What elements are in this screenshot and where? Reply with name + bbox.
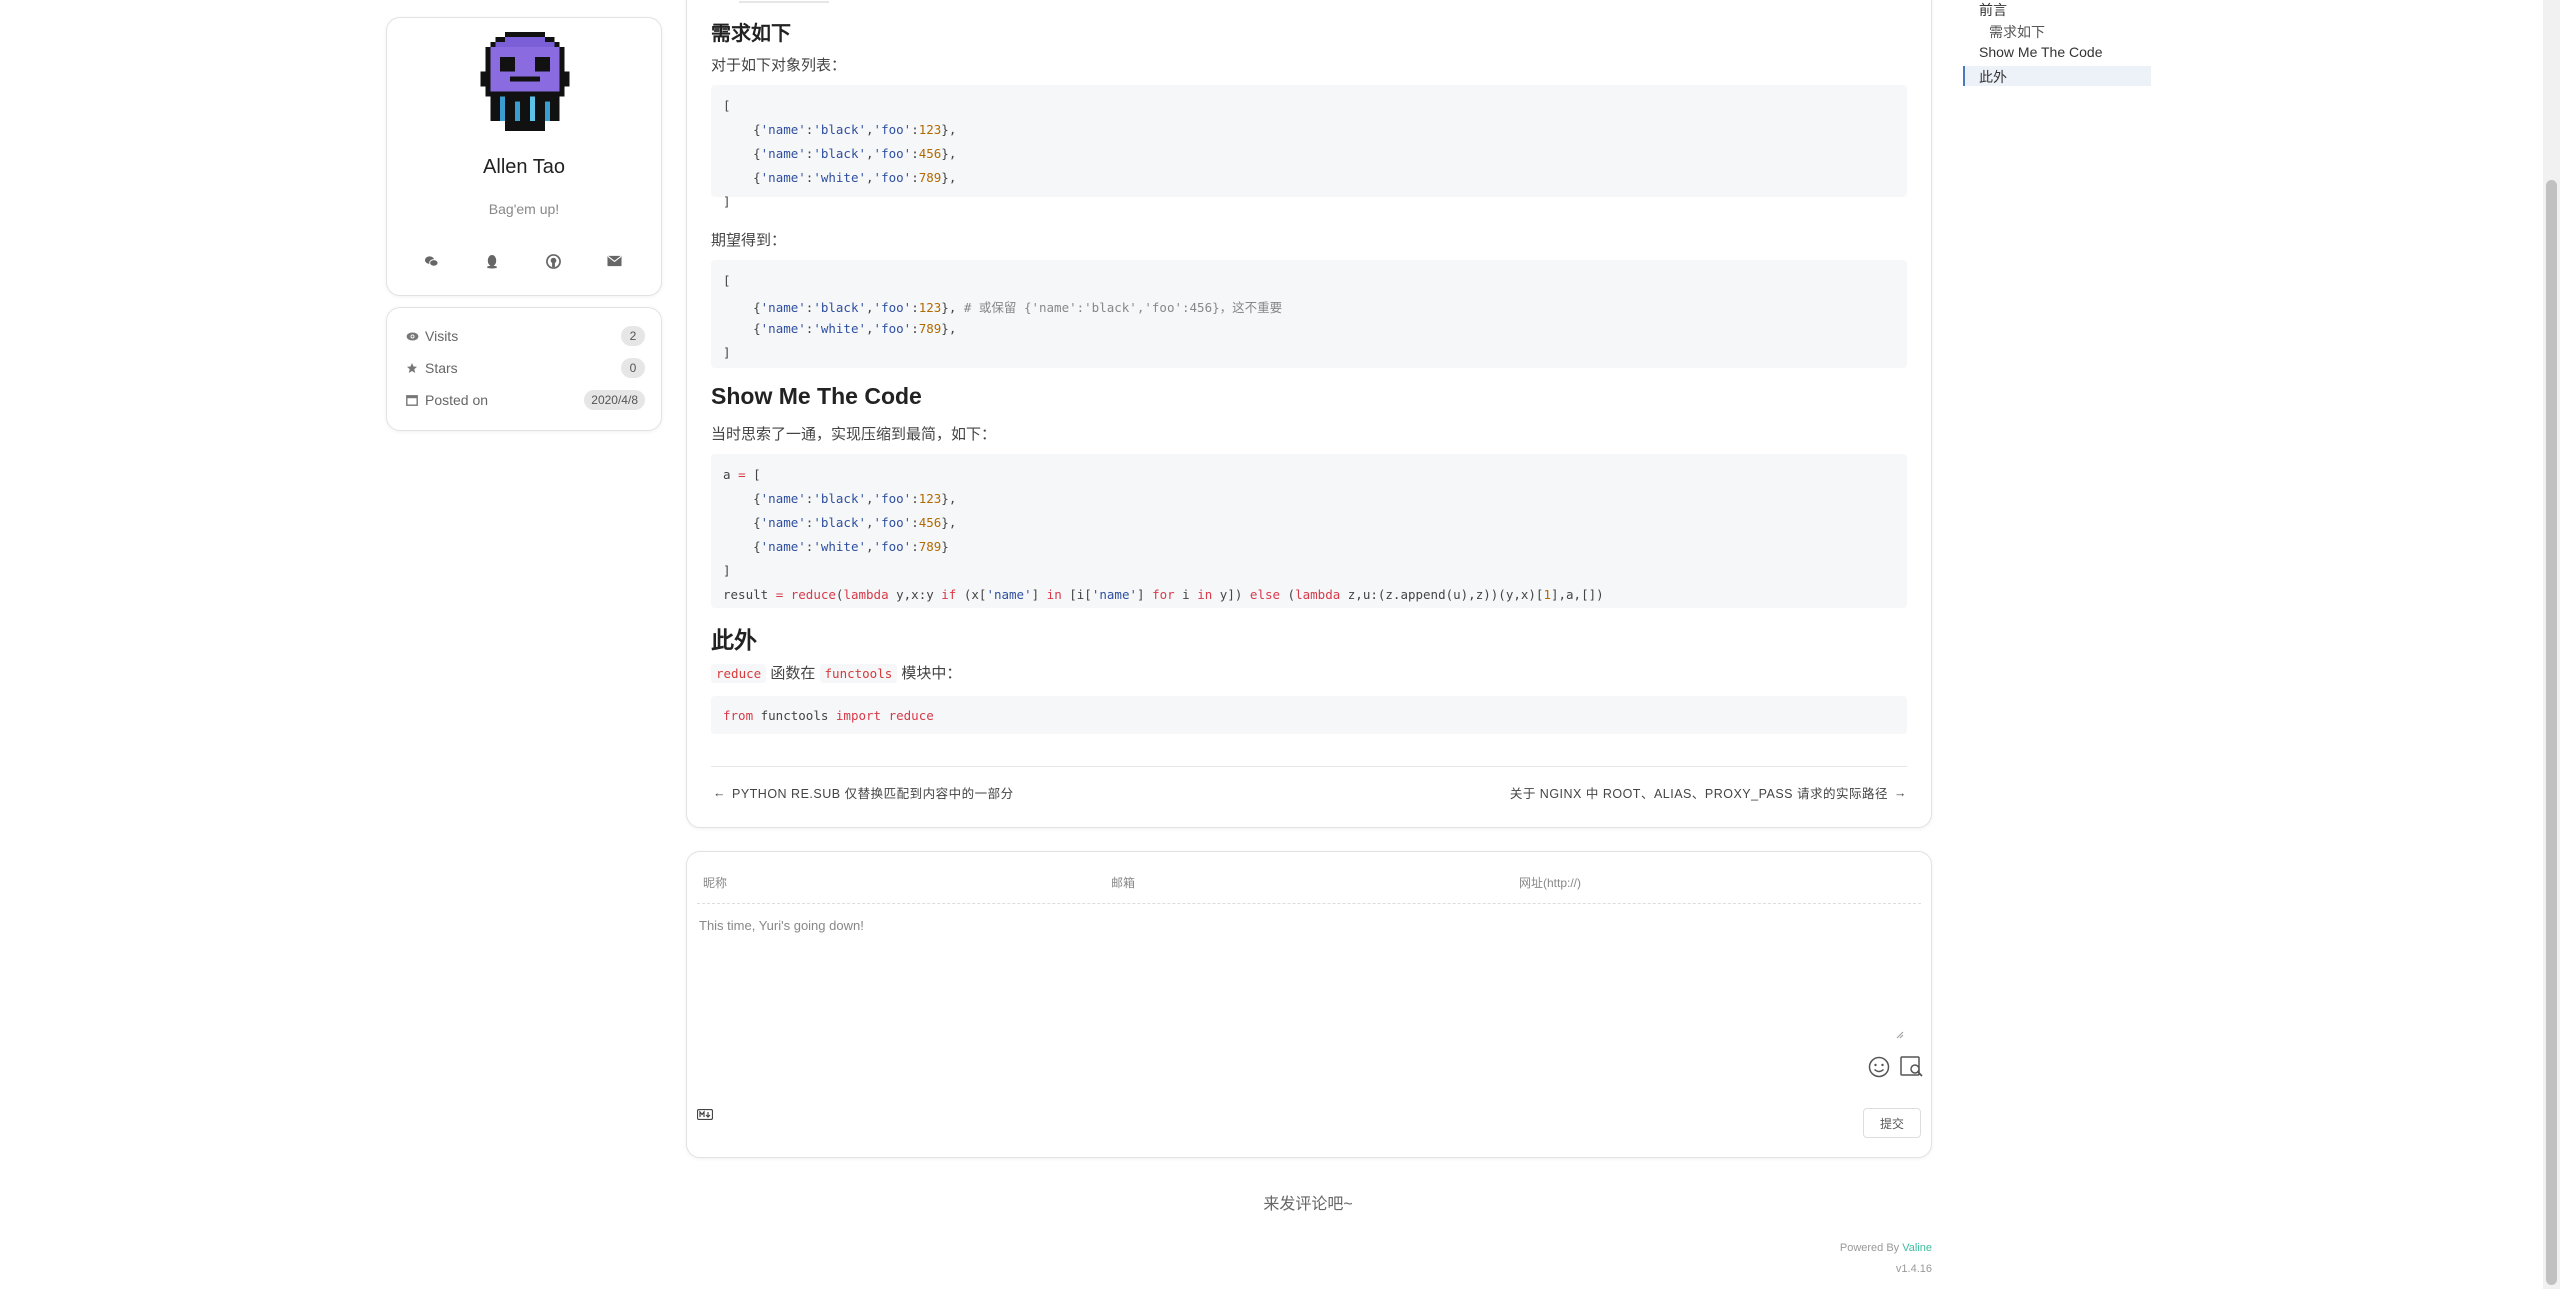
paragraph-expected: 期望得到： <box>711 232 787 249</box>
visits-row: Visits 2 <box>405 324 645 348</box>
paragraph-list-intro: 对于如下对象列表： <box>711 57 847 74</box>
code-block-import: from functools import reduce <box>711 696 1907 734</box>
code-line: [ <box>723 98 731 113</box>
resize-handle-icon[interactable] <box>1896 1026 1904 1039</box>
paragraph-module: reduce 函数在 functools 模块中： <box>711 662 961 683</box>
article-card: 需求如下 对于如下对象列表： [ {'name':'black','foo':1… <box>686 0 1932 828</box>
code-line: from functools import reduce <box>723 708 934 723</box>
text-in: 函数在 <box>770 665 816 682</box>
toc-item-also[interactable]: 此外 <box>1979 67 2007 87</box>
code-line: {'name':'black','foo':456}, <box>723 515 957 530</box>
link-input[interactable] <box>1517 875 1901 891</box>
calendar-icon <box>405 393 419 407</box>
code-block-input: [ {'name':'black','foo':123}, {'name':'b… <box>711 85 1907 209</box>
field-divider <box>697 903 1921 904</box>
arrow-left-icon: ← <box>713 785 726 800</box>
code-line: result = reduce(lambda y,x:y if (x['name… <box>723 587 1604 602</box>
next-post-link[interactable]: 关于 NGINX 中 ROOT、ALIAS、PROXY_PASS 请求的实际路径… <box>1510 783 1907 802</box>
toc-item-preface[interactable]: 前言 <box>1979 0 2007 20</box>
stars-row: Stars 0 <box>405 356 645 380</box>
submit-button[interactable]: 提交 <box>1863 1108 1921 1138</box>
code-line: ] <box>723 563 731 578</box>
code-block-expected: [ {'name':'black','foo':123}, # 或保留 {'na… <box>711 260 1907 368</box>
star-icon <box>405 361 419 375</box>
divider <box>711 766 1907 767</box>
powered-by-label: Powered By <box>1839 1242 1900 1254</box>
paragraph-thought: 当时思索了一通，实现压缩到最简，如下： <box>711 426 997 443</box>
inline-code-functools: functools <box>819 664 898 683</box>
heading-also: 此外 <box>711 627 757 653</box>
code-block-solution: a = [ {'name':'black','foo':123}, {'name… <box>711 454 1907 608</box>
code-line: {'name':'black','foo':123}, # 或保留 {'name… <box>723 300 1283 315</box>
scrollbar-thumb[interactable] <box>2546 180 2557 1285</box>
code-line: {'name':'white','foo':789} <box>723 539 949 554</box>
inline-code-reduce: reduce <box>711 664 767 683</box>
next-post-title: 关于 NGINX 中 ROOT、ALIAS、PROXY_PASS 请求的实际路径 <box>1509 787 1888 801</box>
markdown-icon[interactable] <box>696 1107 714 1121</box>
posted-row: Posted on 2020/4/8 <box>405 388 645 412</box>
heading-show-code: Show Me The Code <box>711 383 922 409</box>
code-line: ] <box>723 345 731 360</box>
author-motto: Bag'em up! <box>488 201 560 217</box>
version-text: v1.4.16 <box>1895 1263 1932 1275</box>
tab-stub <box>739 0 829 3</box>
wechat-icon[interactable] <box>420 250 442 272</box>
toc-item-requirement[interactable]: 需求如下 <box>1989 22 2045 42</box>
valine-link[interactable]: Valine <box>1902 1242 1932 1254</box>
mail-field[interactable] <box>1109 866 1493 900</box>
empty-comments-text: 来发评论吧~ <box>1263 1196 1353 1213</box>
stars-count-badge: 0 <box>621 358 645 378</box>
prev-post-link[interactable]: ← PYTHON RE.SUB 仅替换匹配到内容中的一部分 <box>713 783 1014 802</box>
prev-post-title: PYTHON RE.SUB 仅替换匹配到内容中的一部分 <box>732 787 1014 801</box>
posted-label: Posted on <box>425 392 489 408</box>
code-line: {'name':'black','foo':456}, <box>723 146 957 161</box>
emoji-icon[interactable] <box>1868 1056 1890 1078</box>
toc-item-show-code[interactable]: Show Me The Code <box>1979 44 2102 60</box>
mail-input[interactable] <box>1109 875 1493 891</box>
text-module: 模块中： <box>901 665 962 682</box>
qq-icon[interactable] <box>481 250 503 272</box>
code-line: {'name':'white','foo':789}, <box>723 170 957 185</box>
link-field[interactable] <box>1517 866 1901 900</box>
visits-count-badge: 2 <box>621 326 645 346</box>
code-line: ] <box>723 194 731 209</box>
code-line: {'name':'black','foo':123}, <box>723 122 957 137</box>
heading-requirement: 需求如下 <box>711 23 791 45</box>
comment-box: 提交 <box>686 851 1932 1158</box>
code-line: [ <box>723 273 731 288</box>
nick-input[interactable] <box>701 875 1085 891</box>
code-line: a = [ <box>723 467 761 482</box>
code-line: {'name':'black','foo':123}, <box>723 491 957 506</box>
posted-date-badge: 2020/4/8 <box>584 390 645 410</box>
visits-label: Visits <box>425 328 459 344</box>
post-stats-card: Visits 2 Stars 0 Posted on 2020/4/8 <box>386 307 662 431</box>
code-line: {'name':'white','foo':789}, <box>723 321 957 336</box>
nick-field[interactable] <box>701 866 1085 900</box>
stars-label: Stars <box>425 360 458 376</box>
preview-icon[interactable] <box>1900 1056 1924 1078</box>
author-name: Allen Tao <box>483 156 565 178</box>
arrow-right-icon: → <box>1894 785 1907 800</box>
profile-card: Allen Tao Bag'em up! <box>386 17 662 296</box>
comment-textarea[interactable] <box>697 916 1921 1030</box>
powered-by: Powered By Valine <box>1840 1242 1932 1254</box>
github-icon[interactable] <box>542 250 564 272</box>
eye-icon <box>405 329 419 343</box>
avatar <box>480 32 570 132</box>
email-icon[interactable] <box>603 250 625 272</box>
